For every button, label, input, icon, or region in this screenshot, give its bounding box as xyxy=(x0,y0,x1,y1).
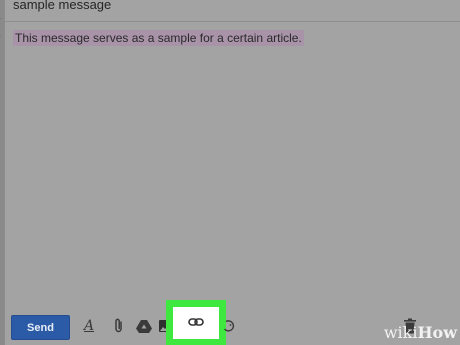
attach-icon[interactable] xyxy=(111,318,127,334)
send-button[interactable]: Send xyxy=(11,315,70,340)
subject-field[interactable]: sample message xyxy=(5,0,460,22)
drive-icon[interactable] xyxy=(136,318,152,334)
insert-link-button[interactable] xyxy=(173,307,219,339)
formatting-icon[interactable]: A xyxy=(81,318,97,334)
selected-body-text: This message serves as a sample for a ce… xyxy=(13,30,304,46)
background-bracket: ( xyxy=(0,14,2,38)
message-body[interactable]: This message serves as a sample for a ce… xyxy=(5,22,460,300)
wikihow-watermark: wikiHow xyxy=(383,323,457,342)
compose-window: sample message This message serves as a … xyxy=(4,0,460,345)
compose-toolbar: Send A wikiHow xyxy=(5,300,460,345)
emoji-icon[interactable] xyxy=(221,318,237,334)
subject-text: sample message xyxy=(13,0,112,12)
link-icon xyxy=(188,314,204,332)
